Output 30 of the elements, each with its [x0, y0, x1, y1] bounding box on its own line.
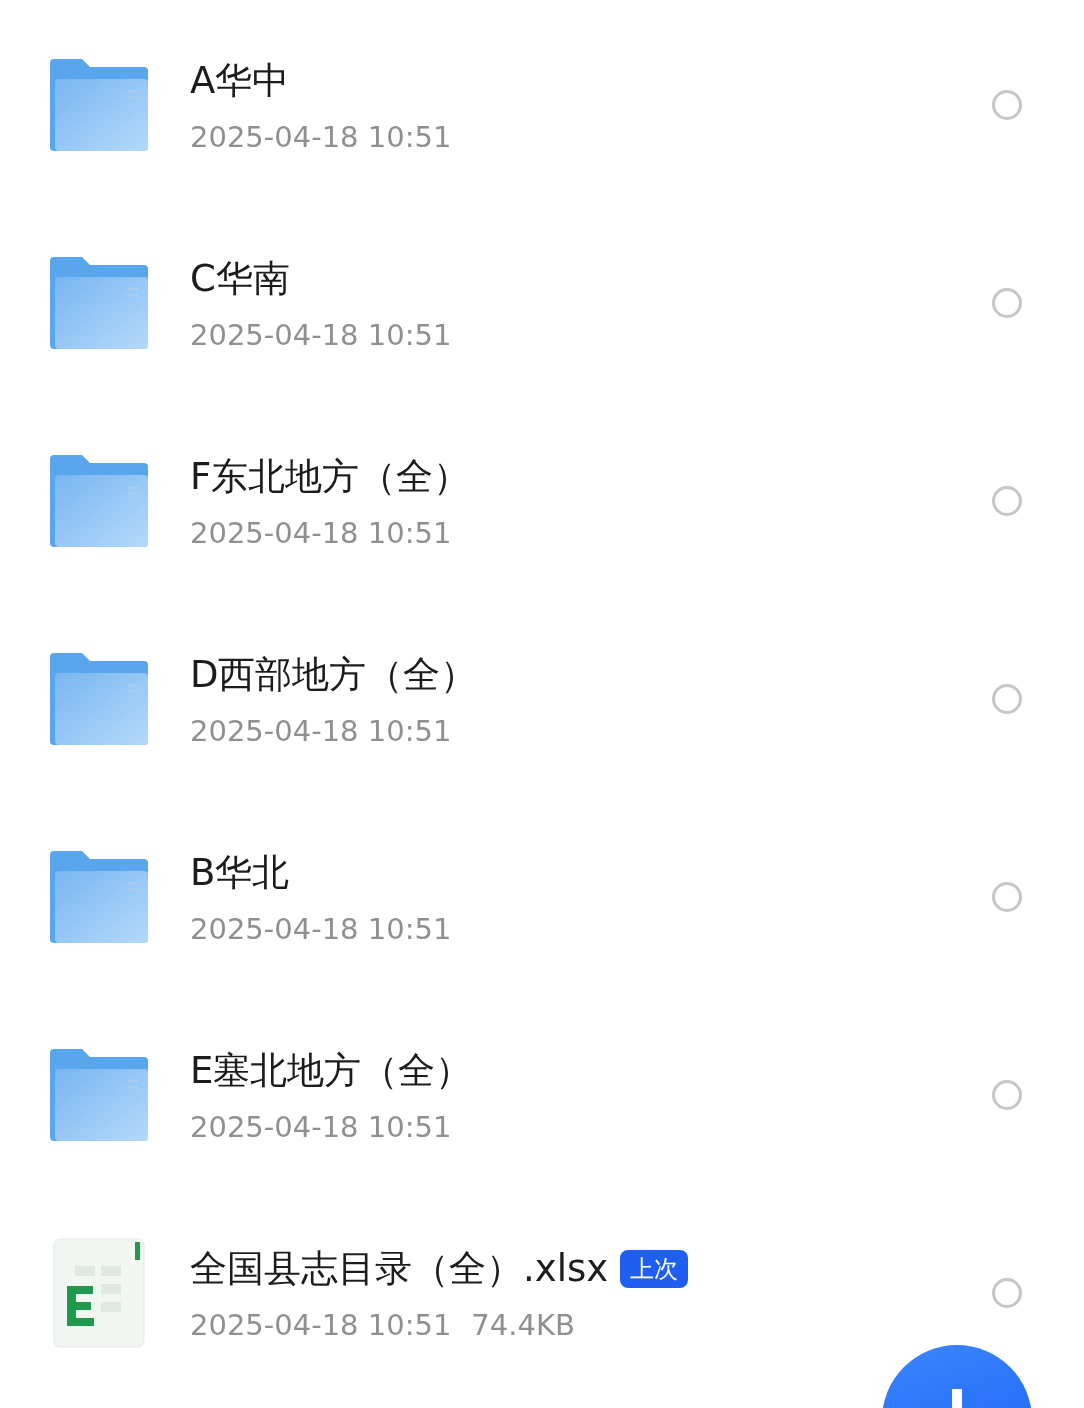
folder-icon: [50, 455, 148, 547]
folder-icon: [50, 257, 148, 349]
folder-icon: [50, 851, 148, 943]
select-radio[interactable]: [992, 882, 1022, 912]
file-name: A华中: [190, 58, 290, 104]
file-name: C华南: [190, 256, 290, 302]
select-radio[interactable]: [992, 90, 1022, 120]
modified-date: 2025-04-18 10:51: [190, 714, 452, 748]
file-name: 全国县志目录（全）.xlsx: [190, 1246, 609, 1292]
file-name: B华北: [190, 850, 290, 896]
select-radio[interactable]: [992, 486, 1022, 516]
modified-date: 2025-04-18 10:51: [190, 318, 452, 352]
recent-badge: 上次: [620, 1250, 689, 1288]
file-name: D西部地方（全）: [190, 652, 478, 698]
file-size: 74.4KB: [471, 1308, 575, 1342]
select-radio[interactable]: [992, 1278, 1022, 1308]
folder-icon: [50, 59, 148, 151]
select-radio[interactable]: [992, 288, 1022, 318]
select-radio[interactable]: [992, 1080, 1022, 1110]
folder-icon: [50, 1049, 148, 1141]
file-name: E塞北地方（全）: [190, 1048, 473, 1094]
select-radio[interactable]: [992, 684, 1022, 714]
modified-date: 2025-04-18 10:51: [190, 1308, 452, 1342]
spreadsheet-icon: [53, 1238, 145, 1348]
modified-date: 2025-04-18 10:51: [190, 912, 452, 946]
modified-date: 2025-04-18 10:51: [190, 1110, 452, 1144]
modified-date: 2025-04-18 10:51: [190, 120, 452, 154]
folder-icon: [50, 653, 148, 745]
file-name: F东北地方（全）: [190, 454, 471, 500]
modified-date: 2025-04-18 10:51: [190, 516, 452, 550]
